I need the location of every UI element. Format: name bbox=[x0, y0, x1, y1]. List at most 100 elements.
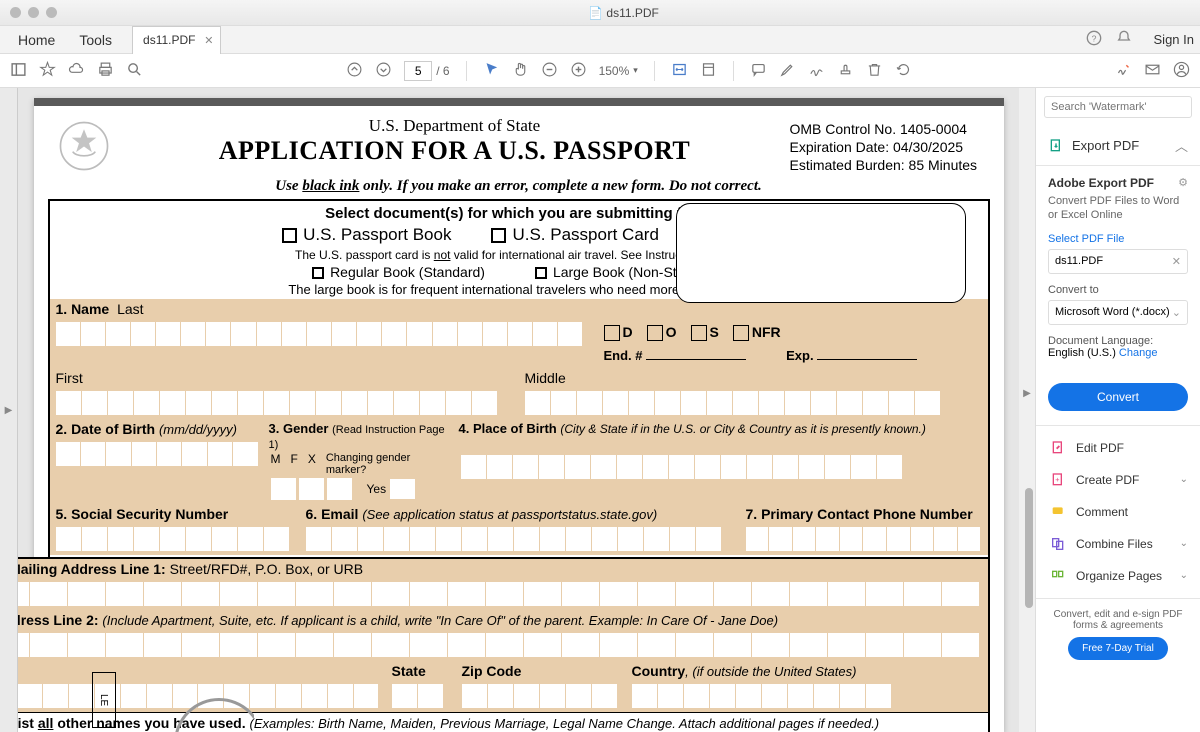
tool-comment[interactable]: Comment bbox=[1036, 496, 1200, 528]
svg-text:?: ? bbox=[1091, 33, 1096, 43]
zip-input[interactable] bbox=[456, 680, 626, 712]
convert-button[interactable]: Convert bbox=[1048, 383, 1188, 411]
page-down-icon[interactable] bbox=[375, 61, 392, 81]
country-input[interactable] bbox=[626, 680, 988, 712]
tab-close-icon[interactable]: ✕ bbox=[204, 34, 213, 47]
country-label: Country bbox=[632, 663, 686, 679]
highlight-icon[interactable] bbox=[779, 61, 796, 81]
bell-icon[interactable] bbox=[1116, 30, 1132, 49]
tool-combine[interactable]: Combine Files⌄ bbox=[1036, 528, 1200, 560]
end-input[interactable] bbox=[646, 346, 746, 360]
photo-box bbox=[676, 203, 966, 303]
addr1-input[interactable] bbox=[18, 578, 988, 610]
field-3-label: 3. Gender bbox=[269, 421, 329, 436]
page-up-icon[interactable] bbox=[346, 61, 363, 81]
print-icon[interactable] bbox=[97, 61, 114, 81]
selected-file[interactable]: ds11.PDF✕ bbox=[1048, 249, 1188, 274]
first-name-input[interactable] bbox=[50, 387, 519, 419]
sidebar-toggle-icon[interactable] bbox=[10, 61, 27, 81]
export-pdf-header[interactable]: Export PDF ︿ bbox=[1036, 126, 1200, 166]
instructions: Use black ink only. If you make an error… bbox=[48, 178, 990, 195]
right-panel-toggle[interactable]: ▶ bbox=[1019, 88, 1035, 732]
field-1-label: 1. Name bbox=[56, 301, 110, 317]
phone-input[interactable] bbox=[740, 523, 988, 555]
sign-icon[interactable] bbox=[808, 61, 825, 81]
ssn-input[interactable] bbox=[50, 523, 300, 555]
clear-file-icon[interactable]: ✕ bbox=[1172, 255, 1181, 268]
flag-o[interactable]: O bbox=[647, 324, 677, 341]
cloud-icon[interactable] bbox=[68, 61, 85, 81]
stamp-icon[interactable] bbox=[837, 61, 854, 81]
trash-icon[interactable] bbox=[866, 61, 883, 81]
dept-label: U.S. Department of State bbox=[120, 116, 790, 136]
free-trial-button[interactable]: Free 7-Day Trial bbox=[1068, 637, 1168, 660]
tool-organize[interactable]: Organize Pages⌄ bbox=[1036, 560, 1200, 592]
zoom-chevron-icon[interactable]: ▾ bbox=[633, 65, 638, 76]
addr2-input[interactable] bbox=[18, 629, 988, 661]
fit-width-icon[interactable] bbox=[671, 61, 688, 81]
opt-passport-book[interactable]: U.S. Passport Book bbox=[282, 225, 451, 245]
footer-text: Convert, edit and e-sign PDF forms & agr… bbox=[1046, 609, 1190, 631]
pob-input[interactable] bbox=[455, 437, 988, 483]
format-select[interactable]: Microsoft Word (*.docx)⌄ bbox=[1048, 300, 1188, 325]
flag-d[interactable]: D bbox=[604, 324, 633, 341]
last-name-input[interactable] bbox=[50, 318, 590, 368]
signature-icon[interactable] bbox=[1115, 61, 1132, 81]
opt-passport-card[interactable]: U.S. Passport Card bbox=[491, 225, 658, 245]
middle-name-input[interactable] bbox=[519, 387, 988, 419]
menu-home[interactable]: Home bbox=[6, 32, 67, 48]
hand-icon[interactable] bbox=[512, 61, 529, 81]
email-input[interactable] bbox=[300, 523, 740, 555]
zip-label: Zip Code bbox=[456, 661, 626, 680]
search-icon[interactable] bbox=[126, 61, 143, 81]
help-icon[interactable]: ? bbox=[1086, 30, 1102, 49]
opt-regular[interactable]: Regular Book (Standard) bbox=[312, 264, 485, 280]
field-2-label: 2. Date of Birth bbox=[56, 421, 156, 437]
tools-search-input[interactable] bbox=[1044, 96, 1192, 118]
zoom-value[interactable]: 150% bbox=[599, 64, 630, 78]
mail-icon[interactable] bbox=[1144, 61, 1161, 81]
menu-tools[interactable]: Tools bbox=[67, 32, 124, 48]
tool-edit-pdf[interactable]: Edit PDF bbox=[1036, 432, 1200, 464]
pointer-icon[interactable] bbox=[483, 61, 500, 81]
flag-nfr[interactable]: NFR bbox=[733, 324, 781, 341]
field-8-label: 8. Mailing Address Line 1: bbox=[18, 561, 166, 577]
gender-change-box[interactable] bbox=[390, 479, 416, 499]
organize-icon bbox=[1050, 568, 1066, 584]
adobe-export-title: Adobe Export PDF bbox=[1048, 176, 1154, 190]
profile-icon[interactable] bbox=[1173, 61, 1190, 81]
comment-icon[interactable] bbox=[750, 61, 767, 81]
left-panel-toggle[interactable]: ▶ bbox=[0, 88, 18, 732]
document-viewport[interactable]: ▶ U.S. Department of State APPLICATION F… bbox=[0, 88, 1035, 732]
traffic-lights[interactable] bbox=[10, 7, 57, 18]
page-view-icon[interactable] bbox=[700, 61, 717, 81]
us-seal-icon bbox=[48, 116, 120, 176]
gender-m-box[interactable] bbox=[271, 478, 297, 500]
flag-s[interactable]: S bbox=[691, 324, 719, 341]
exp-input[interactable] bbox=[817, 346, 917, 360]
doc-lang-label: Document Language: bbox=[1048, 335, 1188, 347]
gender-x-box[interactable] bbox=[327, 478, 353, 500]
gender-change-label: Changing gender marker? bbox=[326, 452, 449, 476]
page-number-input[interactable] bbox=[404, 61, 432, 81]
rotate-icon[interactable] bbox=[895, 61, 912, 81]
field-5-label: 5. Social Security Number bbox=[50, 504, 300, 523]
tool-create-pdf[interactable]: +Create PDF⌄ bbox=[1036, 464, 1200, 496]
comment-tool-icon bbox=[1050, 504, 1066, 520]
star-icon[interactable] bbox=[39, 61, 56, 81]
select-file-link[interactable]: Select PDF File bbox=[1048, 233, 1188, 245]
end-label: End. # bbox=[604, 348, 643, 363]
state-input[interactable] bbox=[386, 680, 456, 712]
zoom-in-icon[interactable] bbox=[570, 61, 587, 81]
zoom-out-icon[interactable] bbox=[541, 61, 558, 81]
window-titlebar: 📄 ds11.PDF bbox=[0, 0, 1200, 26]
change-lang-link[interactable]: Change bbox=[1119, 347, 1158, 359]
tools-panel: Export PDF ︿ Adobe Export PDF⚙ Convert P… bbox=[1035, 88, 1200, 732]
scrollbar[interactable] bbox=[1025, 488, 1033, 608]
sign-in-link[interactable]: Sign In bbox=[1146, 32, 1194, 47]
chevron-up-icon: ︿ bbox=[1175, 136, 1188, 155]
document-tab[interactable]: ds11.PDF ✕ bbox=[132, 26, 220, 54]
dob-input[interactable] bbox=[50, 438, 265, 470]
gender-f-box[interactable] bbox=[299, 478, 325, 500]
settings-icon[interactable]: ⚙ bbox=[1178, 176, 1188, 194]
